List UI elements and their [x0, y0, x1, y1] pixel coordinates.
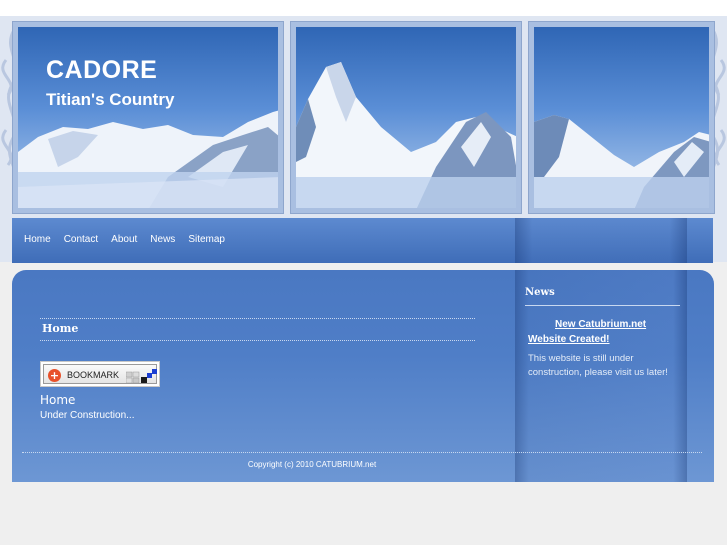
header-photo-2	[290, 21, 522, 214]
content-panel: Home + BOOKMARK Home Under Construction.…	[12, 270, 714, 482]
news-article-link[interactable]: New Catubrium.net Website Created!	[528, 317, 668, 347]
bookmark-label: BOOKMARK	[67, 370, 120, 380]
page-title: Home	[40, 393, 76, 407]
mountain-photo	[534, 115, 709, 208]
bookmark-button[interactable]: + BOOKMARK	[40, 361, 160, 387]
news-body-text: This website is still under construction…	[528, 353, 668, 378]
footer-divider	[22, 452, 702, 453]
main-heading: Home	[42, 322, 79, 335]
nav-sidebar-strip	[515, 218, 687, 263]
news-divider	[525, 305, 680, 306]
nav-home[interactable]: Home	[24, 234, 51, 245]
site-title: CADORE	[46, 56, 158, 84]
nav-sitemap[interactable]: Sitemap	[188, 234, 225, 245]
nav-list: Home Contact About News Sitemap	[24, 234, 238, 245]
plus-icon: +	[48, 369, 61, 382]
main-navigation: Home Contact About News Sitemap	[12, 218, 713, 263]
page-body-text: Under Construction...	[40, 410, 135, 421]
mountain-photo	[18, 110, 278, 208]
nav-news[interactable]: News	[150, 234, 175, 245]
divider	[40, 318, 475, 319]
header-photo-1: CADORE Titian's Country	[12, 21, 284, 214]
mountain-photo	[296, 62, 516, 208]
nav-contact[interactable]: Contact	[64, 234, 98, 245]
nav-about[interactable]: About	[111, 234, 137, 245]
site-subtitle: Titian's Country	[46, 90, 175, 109]
copyright-text: Copyright (c) 2010 CATUBRIUM.net	[247, 460, 377, 469]
bookmark-share-icons	[126, 369, 157, 383]
header-photo-3	[528, 21, 715, 214]
divider	[40, 340, 475, 341]
news-heading: News	[525, 287, 555, 298]
top-strip	[0, 0, 727, 16]
